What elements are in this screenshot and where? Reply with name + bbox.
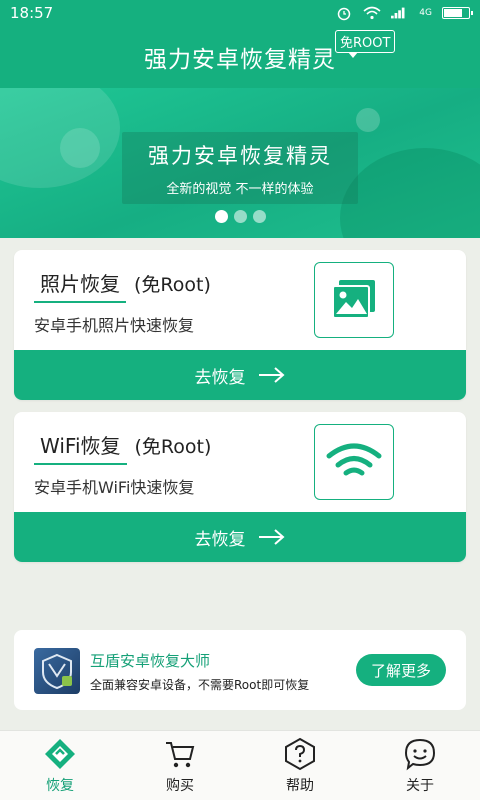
cart-icon — [166, 741, 195, 767]
photo-recover-button[interactable]: 去恢复 — [14, 350, 466, 400]
banner-subtitle: 全新的视觉 不一样的体验 — [166, 181, 314, 197]
wifi-recovery-card: WiFi恢复 (免Root) 安卓手机WiFi快速恢复 去恢复 — [14, 412, 466, 562]
network-label: 4G — [419, 8, 432, 18]
recover-icon — [45, 738, 75, 769]
status-time: 18:57 — [10, 4, 54, 22]
bottom-tab-bar: 恢复 购买 帮助 关于 — [0, 730, 480, 800]
wifi-icon — [314, 424, 394, 500]
promo-banner[interactable]: 互盾安卓恢复大师 全面兼容安卓设备，不需要Root即可恢复 了解更多 — [14, 630, 466, 710]
wifi-recover-button[interactable]: 去恢复 — [14, 512, 466, 562]
card-tag: (免Root) — [134, 274, 211, 296]
card-tag: (免Root) — [134, 436, 212, 458]
tab-label: 恢复 — [46, 777, 74, 794]
alarm-icon — [335, 6, 353, 21]
banner-content: 强力安卓恢复精灵 全新的视觉 不一样的体验 — [122, 132, 358, 204]
page-title: 强力安卓恢复精灵 — [144, 47, 336, 73]
tab-buy[interactable]: 购买 — [120, 731, 240, 800]
carousel-dot[interactable] — [252, 210, 266, 223]
carousel-dots — [0, 210, 480, 223]
tab-help[interactable]: 帮助 — [240, 731, 360, 800]
photo-icon — [314, 262, 394, 338]
tab-label: 购买 — [166, 777, 194, 794]
learn-more-button[interactable]: 了解更多 — [356, 654, 446, 686]
carousel-dot[interactable] — [233, 210, 247, 223]
photo-recovery-card: 照片恢复 (免Root) 安卓手机照片快速恢复 去恢复 — [14, 250, 466, 400]
promo-description: 全面兼容安卓设备，不需要Root即可恢复 — [90, 678, 310, 692]
tab-label: 帮助 — [286, 777, 314, 794]
banner-carousel[interactable]: 强力安卓恢复精灵 全新的视觉 不一样的体验 — [0, 88, 480, 238]
tab-recover[interactable]: 恢复 — [0, 731, 120, 800]
tab-label: 关于 — [406, 777, 434, 794]
app-logo — [34, 648, 80, 694]
tab-about[interactable]: 关于 — [360, 731, 480, 800]
wifi-status-icon — [363, 6, 381, 20]
banner-title: 强力安卓恢复精灵 — [148, 143, 332, 168]
card-description: 安卓手机WiFi快速恢复 — [34, 478, 195, 497]
promo-title: 互盾安卓恢复大师 — [90, 652, 211, 670]
arrow-right-icon — [258, 366, 286, 384]
button-label: 去恢复 — [194, 367, 246, 388]
card-title: 照片恢复 — [34, 268, 126, 303]
status-bar: 18:57 4G — [0, 0, 480, 26]
card-title: WiFi恢复 — [34, 430, 127, 465]
smile-icon — [404, 738, 436, 770]
no-root-badge: 免ROOT — [335, 30, 396, 58]
card-description: 安卓手机照片快速恢复 — [34, 316, 195, 335]
status-icons: 4G — [335, 6, 473, 21]
help-icon — [285, 737, 315, 770]
app-header: 强力安卓恢复精灵 免ROOT — [0, 26, 480, 88]
carousel-dot[interactable] — [214, 210, 228, 223]
arrow-right-icon — [258, 528, 286, 546]
signal-icon — [391, 6, 409, 20]
battery-icon — [442, 7, 473, 19]
button-label: 去恢复 — [194, 529, 246, 550]
